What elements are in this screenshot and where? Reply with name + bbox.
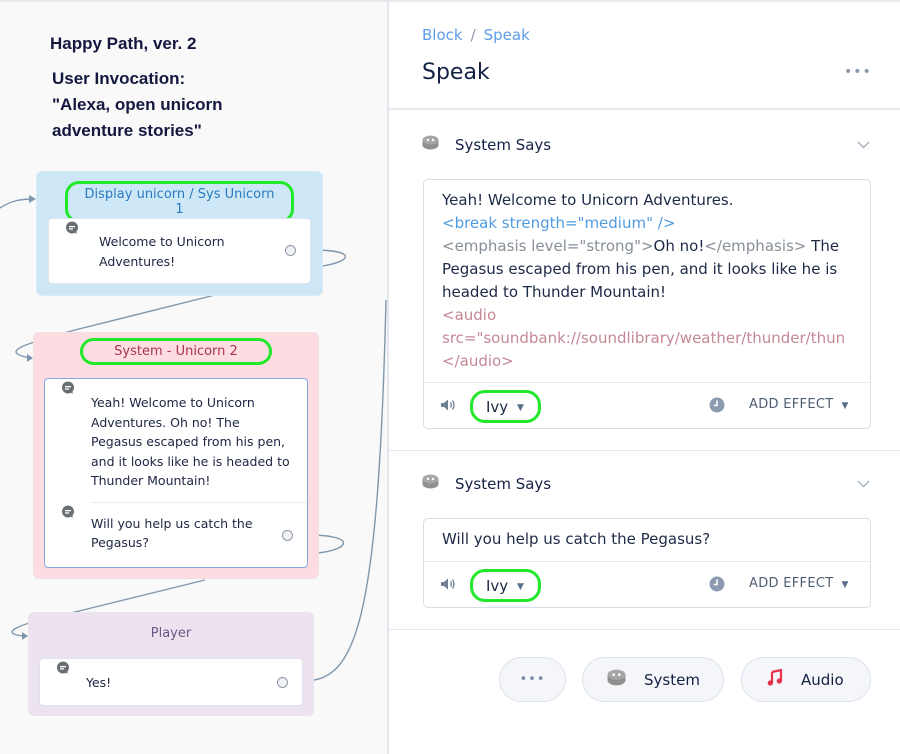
- ssml-line: Yeah! Welcome to Unicorn Adventures.: [442, 191, 734, 209]
- chevron-down-icon[interactable]: [857, 477, 870, 491]
- ssml-emphasis-text: Oh no!: [653, 237, 705, 255]
- speaker-icon: [440, 397, 456, 416]
- block-title[interactable]: Player: [29, 626, 313, 641]
- ssml-line: <emphasis level="strong">Oh no!</emphasi…: [442, 235, 852, 258]
- block-title[interactable]: System - Unicorn 2: [80, 338, 272, 365]
- system-icon: [422, 135, 439, 154]
- section-header-system-says[interactable]: System Says: [422, 135, 551, 154]
- header-divider: [389, 108, 900, 110]
- section-header-system-says[interactable]: System Says: [422, 474, 551, 493]
- card-footer: Ivy ▼ ADD EFFECT ▼: [424, 382, 870, 428]
- clock-icon: [709, 397, 725, 417]
- section-label: System Says: [455, 474, 552, 493]
- add-effect-button[interactable]: ADD EFFECT ▼: [749, 397, 849, 412]
- add-effect-label: ADD EFFECT: [749, 397, 834, 412]
- speaker-icon: [440, 576, 456, 595]
- breadcrumb-block-link[interactable]: Block: [422, 26, 463, 44]
- ssml-emphasis-close-tag: </emphasis>: [704, 237, 807, 255]
- speech-bubble-icon: [65, 221, 79, 241]
- block-step-group[interactable]: Yeah! Welcome to Unicorn Adventures. Oh …: [44, 378, 308, 568]
- add-system-button[interactable]: System: [582, 657, 724, 702]
- voice-value: Ivy: [486, 398, 509, 416]
- add-audio-label: Audio: [801, 670, 844, 689]
- section-divider: [389, 450, 900, 451]
- add-effect-label: ADD EFFECT: [749, 576, 834, 591]
- step-text: Yeah! Welcome to Unicorn Adventures. Oh …: [91, 395, 290, 488]
- ssml-text[interactable]: Yeah! Welcome to Unicorn Adventures. <br…: [424, 180, 870, 373]
- system-icon: [422, 474, 439, 493]
- ssml-audio-open-tag: <audio: [442, 306, 497, 324]
- section-divider: [389, 629, 900, 630]
- add-audio-button[interactable]: Audio: [741, 657, 871, 702]
- voice-value: Ivy: [486, 577, 509, 595]
- block-title[interactable]: Display unicorn / Sys Unicorn 1: [65, 181, 294, 223]
- note-line: adventure stories": [52, 121, 202, 140]
- note-line: User Invocation:: [52, 69, 186, 88]
- system-icon: [607, 669, 626, 690]
- voice-select[interactable]: Ivy ▼: [470, 390, 541, 423]
- add-system-label: System: [644, 670, 700, 689]
- section-label: System Says: [455, 135, 552, 154]
- block-step[interactable]: Yes!: [39, 658, 303, 706]
- caret-down-icon: ▼: [517, 403, 524, 413]
- speech-bubble-icon: [61, 381, 75, 401]
- ssml-text[interactable]: Will you help us catch the Pegasus?: [424, 519, 870, 551]
- page-title: Speak: [422, 60, 490, 85]
- note-line: "Alexa, open unicorn: [52, 95, 223, 114]
- output-port[interactable]: [285, 245, 296, 256]
- ssml-audio-src: src="soundbank://soundlibrary/weather/th…: [442, 329, 846, 347]
- clock-icon: [709, 576, 725, 596]
- block-step[interactable]: Yeah! Welcome to Unicorn Adventures. Oh …: [45, 379, 307, 491]
- output-port[interactable]: [282, 530, 293, 541]
- breadcrumb: Block / Speak: [422, 26, 530, 44]
- note-title: Happy Path, ver. 2: [50, 34, 197, 53]
- caret-down-icon: ▼: [517, 582, 524, 592]
- ssml-break-tag: <break strength="medium" />: [442, 214, 676, 232]
- voice-select[interactable]: Ivy ▼: [470, 569, 541, 602]
- caret-down-icon: ▼: [841, 580, 849, 590]
- ssml-line: headed to Thunder Mountain!: [442, 283, 667, 301]
- speech-bubble-icon: [61, 505, 75, 525]
- more-steps-button[interactable]: •••: [499, 657, 566, 702]
- music-note-icon: [767, 668, 783, 690]
- add-effect-button[interactable]: ADD EFFECT ▼: [749, 576, 849, 591]
- card-footer: Ivy ▼ ADD EFFECT ▼: [424, 561, 870, 607]
- ssml-emphasis-open-tag: <emphasis level="strong">: [442, 237, 654, 255]
- step-text: Yes!: [86, 675, 112, 690]
- caret-down-icon: ▼: [841, 401, 849, 411]
- block-step[interactable]: Welcome to Unicorn Adventures!: [48, 218, 311, 284]
- ssml-editor[interactable]: Yeah! Welcome to Unicorn Adventures. <br…: [423, 179, 871, 429]
- breadcrumb-speak-link[interactable]: Speak: [484, 26, 530, 44]
- step-text: Will you help us catch the Pegasus?: [91, 515, 253, 551]
- breadcrumb-separator: /: [470, 26, 476, 44]
- speech-bubble-icon: [56, 661, 70, 681]
- ssml-editor[interactable]: Will you help us catch the Pegasus? Ivy …: [423, 518, 871, 608]
- block-editor-panel: Block / Speak Speak ••• System Says Yeah! …: [389, 0, 900, 754]
- ssml-line: Pegasus escaped from his pen, and it loo…: [442, 260, 838, 278]
- block-step[interactable]: Will you help us catch the Pegasus?: [45, 503, 307, 553]
- more-options-button[interactable]: •••: [844, 64, 872, 80]
- ssml-audio-close-tag: </audio>: [442, 352, 514, 370]
- ssml-text-run: The: [806, 237, 840, 255]
- chevron-down-icon[interactable]: [857, 138, 870, 152]
- step-text: Welcome to Unicorn Adventures!: [99, 234, 225, 269]
- note-invocation: User Invocation: "Alexa, open unicorn ad…: [52, 66, 223, 144]
- output-port[interactable]: [277, 677, 288, 688]
